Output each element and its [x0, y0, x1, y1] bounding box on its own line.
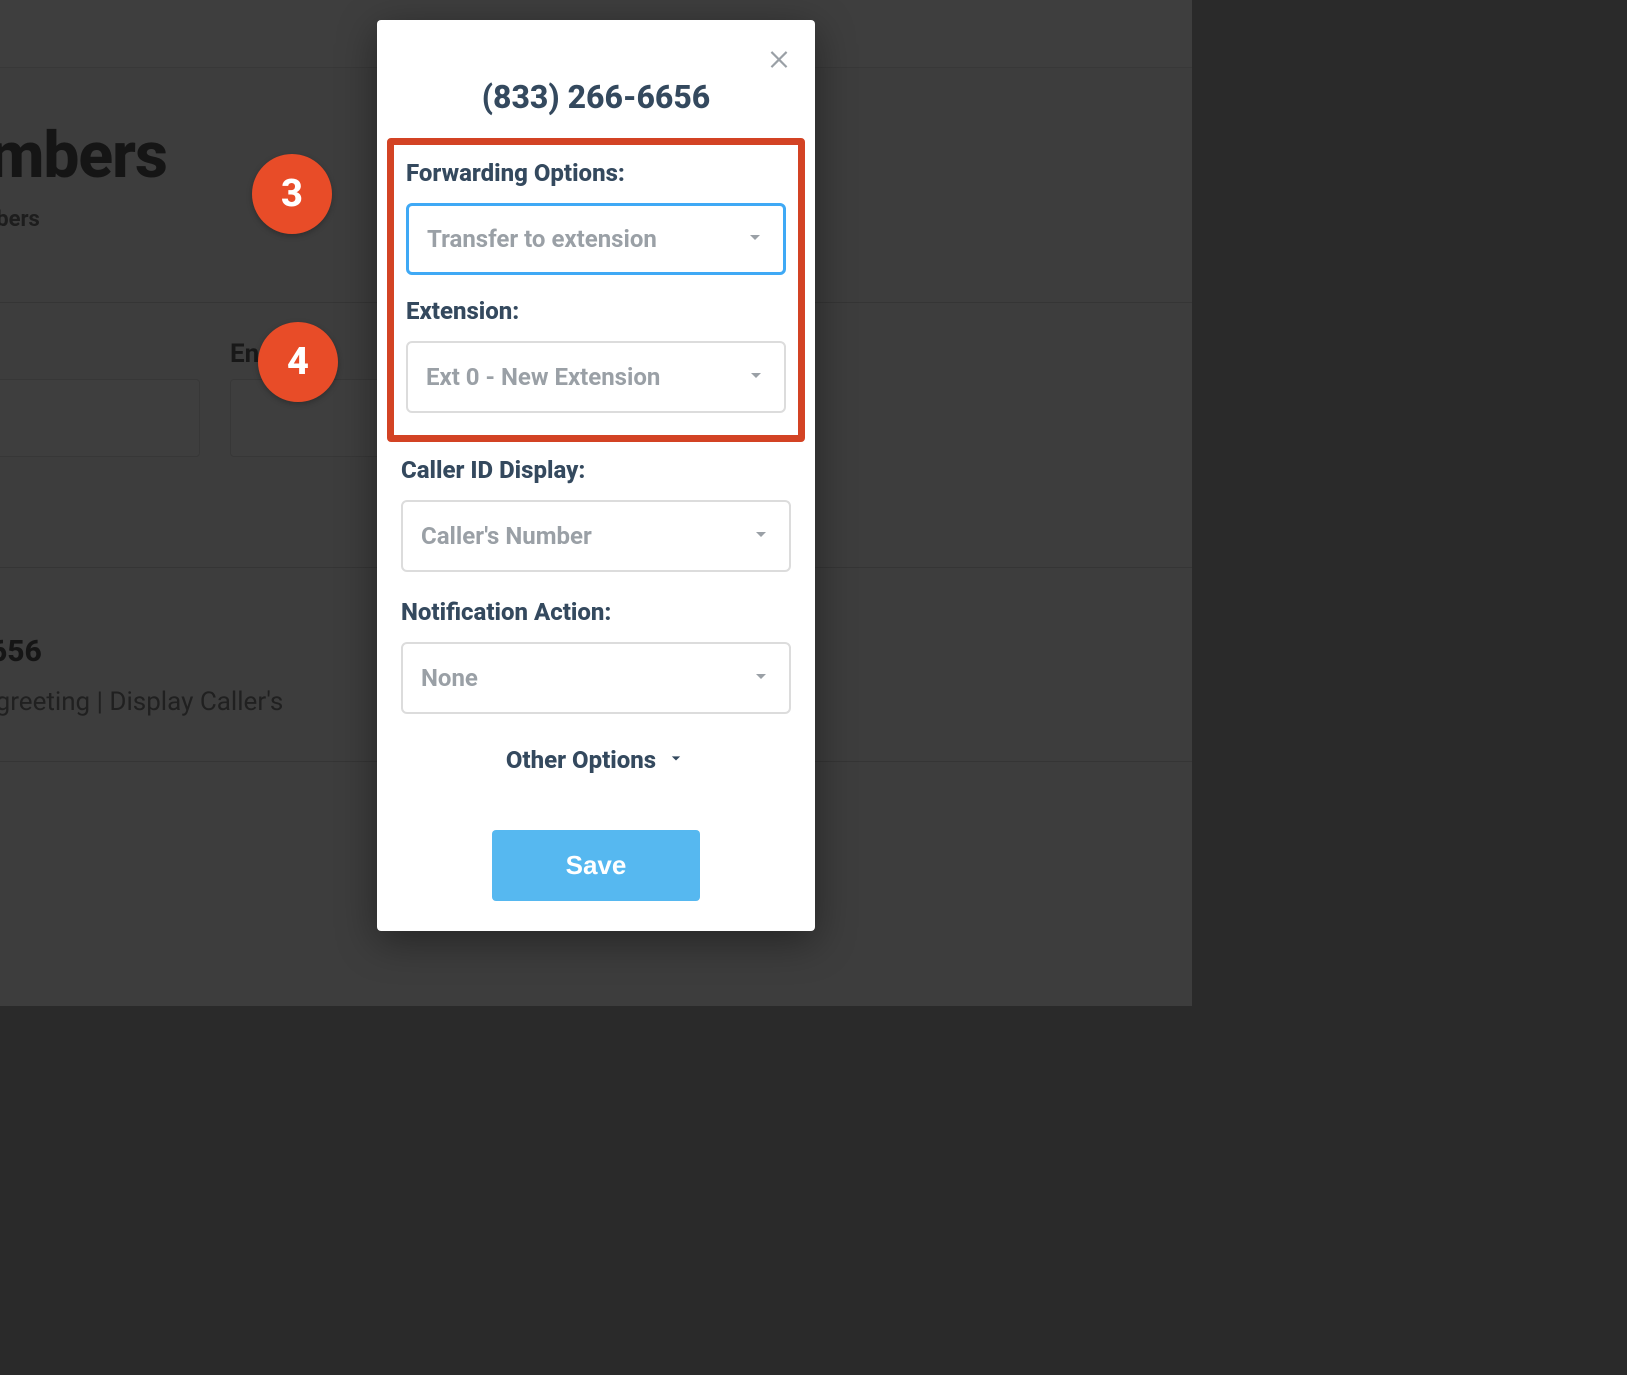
extension-value: Ext 0 - New Extension	[426, 363, 660, 391]
caller-id-value: Caller's Number	[421, 522, 592, 550]
chevron-down-icon	[749, 664, 773, 692]
other-options-toggle[interactable]: Other Options	[401, 746, 791, 774]
number-settings-modal: (833) 266-6656 Forwarding Options: Trans…	[377, 20, 815, 931]
extension-label: Extension:	[406, 297, 786, 325]
modal-title: (833) 266-6656	[377, 20, 815, 138]
filter-input-number[interactable]	[0, 379, 200, 457]
close-icon	[766, 45, 792, 75]
notification-action-value: None	[421, 664, 478, 692]
forwarding-options-value: Transfer to extension	[427, 225, 657, 253]
notification-action-select[interactable]: None	[401, 642, 791, 714]
chevron-down-icon	[743, 225, 767, 253]
save-button[interactable]: Save	[492, 830, 701, 901]
annotation-badge-3-label: 3	[281, 172, 303, 216]
annotation-badge-4-label: 4	[287, 340, 309, 384]
notification-action-label: Notification Action:	[401, 598, 791, 626]
forwarding-options-select[interactable]: Transfer to extension	[406, 203, 786, 275]
annotation-badge-4: 4	[258, 322, 338, 402]
highlighted-section: Forwarding Options: Transfer to extensio…	[387, 138, 805, 442]
caller-id-select[interactable]: Caller's Number	[401, 500, 791, 572]
chevron-down-icon	[749, 522, 773, 550]
caller-id-label: Caller ID Display:	[401, 456, 791, 484]
close-button[interactable]	[761, 42, 797, 78]
annotation-badge-3: 3	[252, 154, 332, 234]
filter-label-number: ber	[0, 339, 200, 369]
chevron-down-icon	[666, 746, 686, 774]
other-options-label: Other Options	[506, 746, 656, 774]
extension-select[interactable]: Ext 0 - New Extension	[406, 341, 786, 413]
chevron-down-icon	[744, 363, 768, 391]
forwarding-options-label: Forwarding Options:	[406, 159, 786, 187]
